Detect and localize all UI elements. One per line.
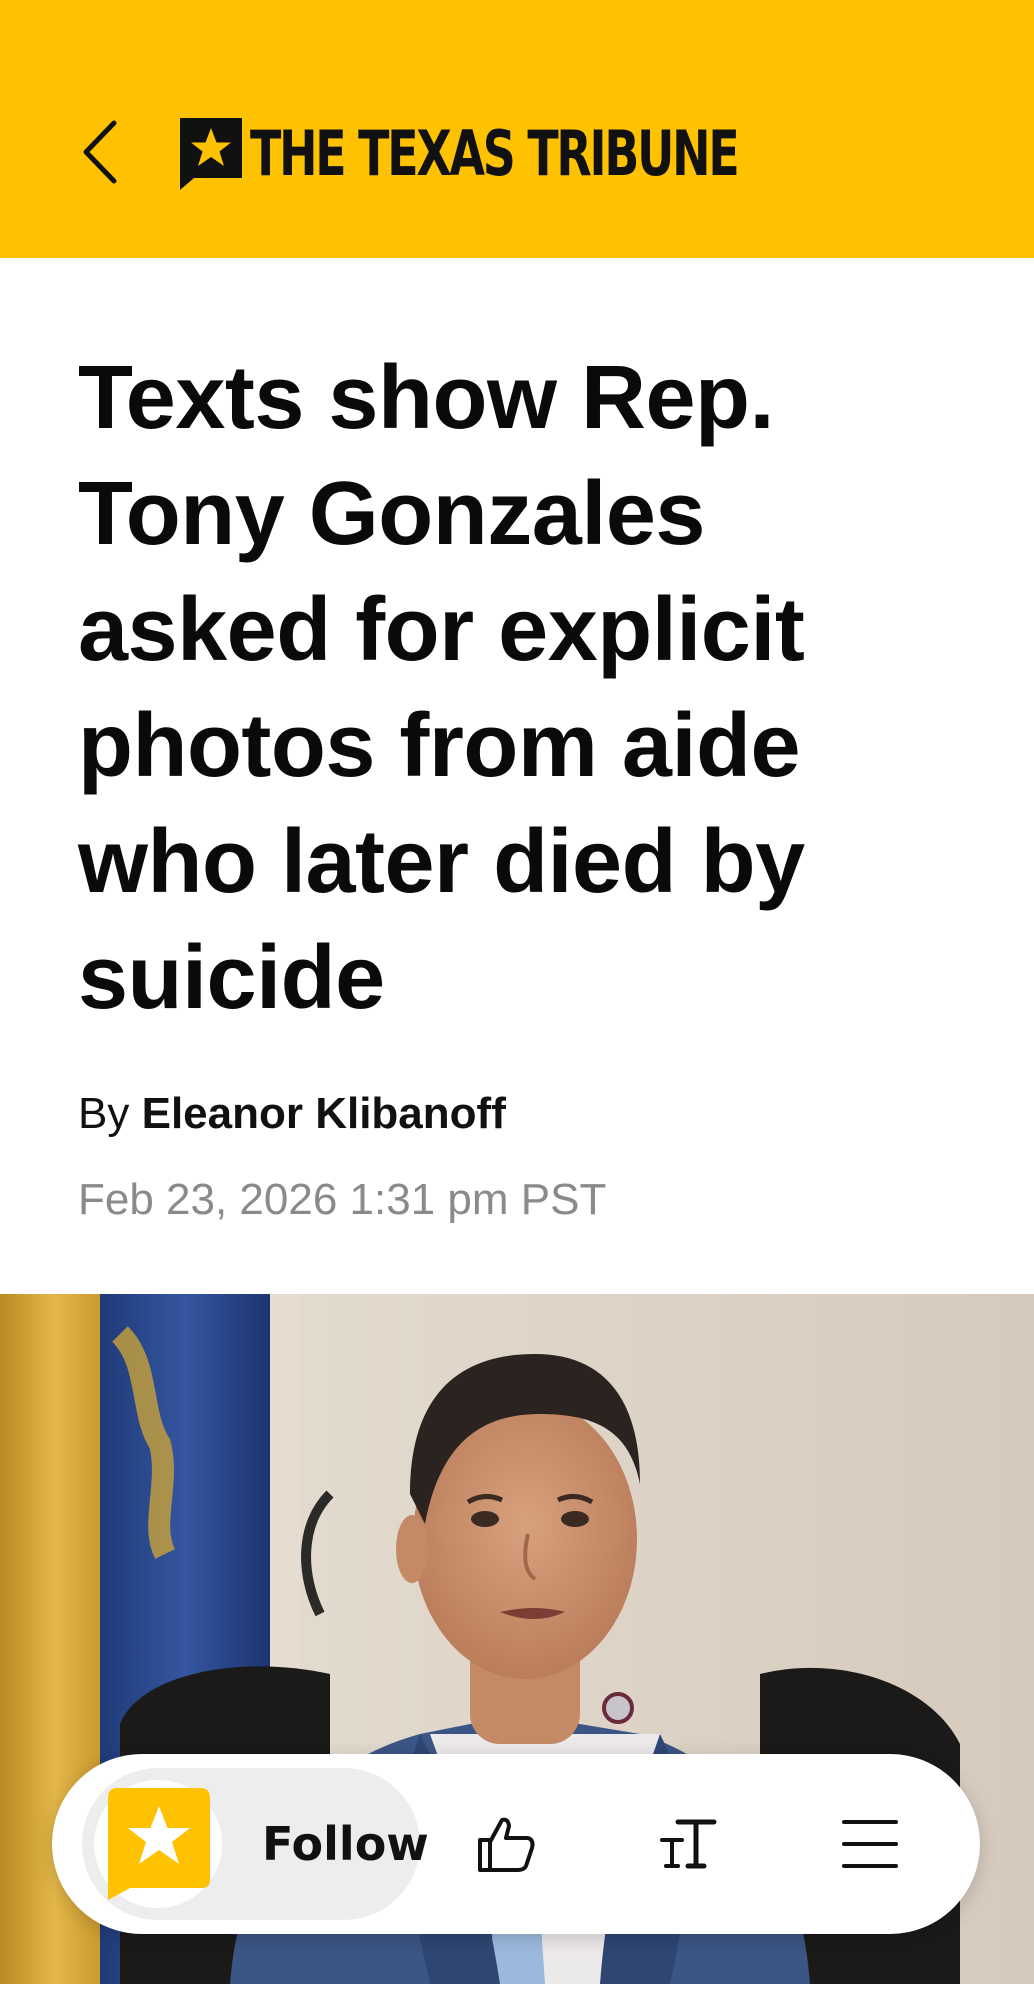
text-size-button[interactable] xyxy=(638,1794,738,1894)
app-header: THE TEXAS TRIBUNE xyxy=(0,0,1034,258)
star-logo-icon xyxy=(108,1788,210,1900)
byline-prefix: By xyxy=(78,1089,130,1138)
star-logo-icon xyxy=(180,118,242,190)
menu-button[interactable] xyxy=(820,1794,920,1894)
author-link[interactable]: Eleanor Klibanoff xyxy=(142,1089,506,1138)
brand-logo[interactable]: THE TEXAS TRIBUNE xyxy=(180,118,909,190)
page: THE TEXAS TRIBUNE Texts show Rep. Tony G… xyxy=(0,0,1034,2000)
byline: By Eleanor Klibanoff xyxy=(78,1086,506,1142)
bottom-strip xyxy=(0,1984,1034,2000)
follow-button[interactable]: Follow xyxy=(82,1768,429,1920)
publish-date: Feb 23, 2026 1:31 pm PST xyxy=(78,1175,607,1224)
bottom-toolbar: Follow xyxy=(52,1754,980,1934)
brand-name: THE TEXAS TRIBUNE xyxy=(250,117,740,190)
follow-label: Follow xyxy=(262,1817,429,1871)
article-headline: Texts show Rep. Tony Gonzales asked for … xyxy=(78,348,805,1028)
chevron-left-icon xyxy=(83,120,117,184)
menu-icon xyxy=(842,1820,898,1868)
text-size-icon xyxy=(660,1819,717,1869)
back-button[interactable] xyxy=(70,112,130,192)
thumbs-up-icon xyxy=(478,1817,535,1872)
like-button[interactable] xyxy=(456,1794,556,1894)
